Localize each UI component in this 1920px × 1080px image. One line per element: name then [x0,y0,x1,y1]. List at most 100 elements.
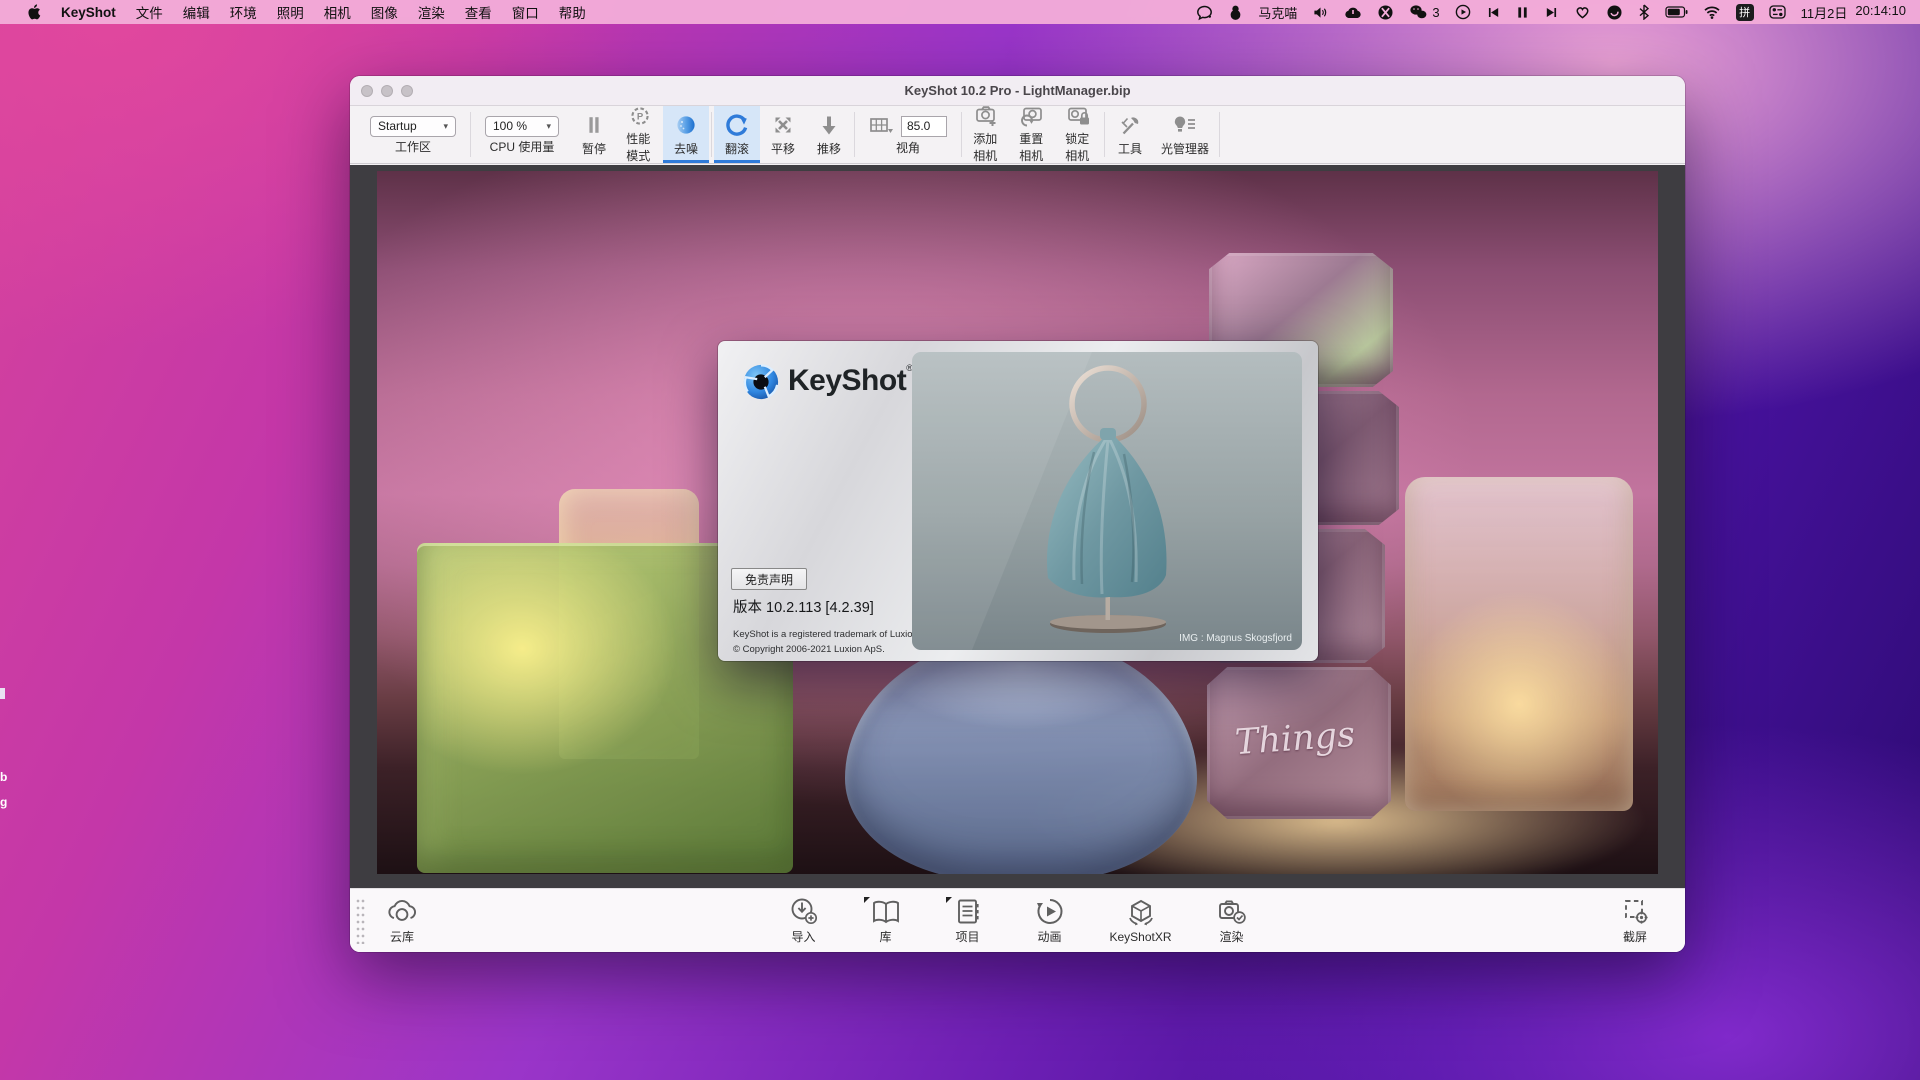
blue-glass-vessel [845,637,1197,874]
menu-help[interactable]: 帮助 [549,2,596,22]
denoise-button[interactable]: 去噪 [663,106,709,163]
fov-grid-icon[interactable] [869,114,895,138]
wechat-icon[interactable] [1409,3,1428,21]
cloud-app-icon[interactable] [1344,3,1362,21]
menu-edit[interactable]: 编辑 [173,2,220,22]
desktop-edge-fragment [0,688,5,699]
performance-gear-icon: P [628,105,652,127]
desktop-edge-fragment-b: b [0,770,7,784]
previous-track-icon[interactable] [1486,3,1501,21]
add-camera-icon [974,105,1000,127]
menu-window[interactable]: 窗口 [502,2,549,22]
library-button[interactable]: 库 [850,896,922,945]
toolbar-separator [711,112,712,157]
pause-icon [583,113,605,137]
disclaimer-button[interactable]: 免责声明 [731,568,807,590]
menubar-username[interactable]: 马克喵 [1258,3,1297,22]
cpu-usage-dropdown[interactable]: 100 % [485,116,559,137]
render-button[interactable]: 渲染 [1196,896,1268,945]
tumble-button[interactable]: 翻滚 [714,106,760,163]
menubar-time: 20:14:10 [1855,3,1906,22]
cpu-usage-label: CPU 使用量 [490,141,555,154]
fov-label: 视角 [896,142,920,155]
toolbar-separator [961,112,962,157]
toolbar-separator [470,112,471,157]
battery-icon[interactable] [1665,3,1688,21]
menu-environment[interactable]: 环境 [220,2,267,22]
reset-camera-icon [1020,105,1046,127]
fov-input[interactable] [901,116,947,137]
workspace-group: Startup 工作区 [358,106,468,163]
input-source-badge[interactable]: 拼 [1736,4,1754,21]
copyright-line: © Copyright 2006-2021 Luxion ApS. [733,643,941,658]
toolbar-separator [854,112,855,157]
project-button[interactable]: 项目 [932,896,1004,945]
menubar-date[interactable]: 11月2日 [1801,3,1848,22]
import-icon [788,896,820,926]
next-track-icon[interactable] [1544,3,1559,21]
control-center-icon[interactable] [1769,3,1786,21]
dolly-button[interactable]: 推移 [806,106,852,163]
toolbar-separator [1104,112,1105,157]
animation-button[interactable]: 动画 [1014,896,1086,945]
engraved-things-text: Things [1234,715,1356,763]
splash-photo: IMG : Magnus Skogsfjord [912,352,1302,650]
reset-camera-button[interactable]: 重置相机 [1010,106,1056,163]
bluetooth-icon[interactable] [1638,3,1650,21]
menu-image[interactable]: 图像 [361,2,408,22]
menu-bar: KeyShot 文件 编辑 环境 照明 相机 图像 渲染 查看 窗口 帮助 马克… [0,0,1920,24]
library-icon [869,896,903,926]
brand-name: KeyShot [788,364,906,397]
pause-media-icon[interactable] [1516,3,1529,21]
performance-mode-button[interactable]: P 性能模式 [617,106,663,163]
cloud-library-button[interactable]: 云库 [366,896,438,945]
tools-icon [1118,113,1142,137]
menu-view[interactable]: 查看 [455,2,502,22]
round-app-icon[interactable] [1606,3,1623,21]
fov-group: 视角 [857,106,959,163]
photo-credit: IMG : Magnus Skogsfjord [1179,633,1292,644]
trademark-line: KeyShot is a registered trademark of Lux… [733,628,941,643]
fan-app-icon[interactable] [1377,3,1394,21]
dolly-arrow-icon [817,113,841,137]
screenshot-button[interactable]: 截屏 [1599,896,1671,945]
cloud-library-icon [385,896,419,926]
keyshotxr-button[interactable]: KeyShotXR [1096,896,1186,945]
wechat-badge: 3 [1432,5,1439,20]
menu-app-name[interactable]: KeyShot [51,5,126,20]
project-menu-arrow-icon [946,897,952,903]
volume-icon[interactable] [1312,3,1329,21]
window-titlebar[interactable]: KeyShot 10.2 Pro - LightManager.bip [350,76,1685,106]
workspace-label: 工作区 [395,141,431,154]
desktop-edge-fragment-g: g [0,795,7,809]
cpu-usage-group: 100 % CPU 使用量 [473,106,571,163]
menu-camera[interactable]: 相机 [314,2,361,22]
lock-camera-button[interactable]: 锁定相机 [1056,106,1102,163]
heart-icon[interactable] [1574,3,1591,21]
pause-render-button[interactable]: 暂停 [571,106,617,163]
menu-render[interactable]: 渲染 [408,2,455,22]
qq-penguin-icon[interactable] [1228,3,1243,21]
pan-button[interactable]: 平移 [760,106,806,163]
screenshot-icon [1619,896,1651,926]
about-splash-dialog: KeyShot® 10 免责声明 版本 10.2.113 [4.2.39] Ke… [718,341,1318,661]
add-camera-button[interactable]: 添加相机 [964,106,1010,163]
svg-text:P: P [637,111,644,122]
main-toolbar: Startup 工作区 100 % CPU 使用量 暂停 P 性能模式 去噪 [350,106,1685,164]
apple-logo-icon[interactable] [16,3,51,21]
light-manager-button[interactable]: 光管理器 [1153,106,1217,163]
bottom-ribbon: 云库 导入 库 项目 [350,888,1685,952]
menu-lighting[interactable]: 照明 [267,2,314,22]
keyshotxr-icon [1124,898,1158,928]
workspace-dropdown[interactable]: Startup [370,116,456,137]
chat-bubble-icon[interactable] [1196,3,1213,21]
menu-file[interactable]: 文件 [126,2,173,22]
play-circle-icon[interactable] [1455,3,1471,21]
window-title: KeyShot 10.2 Pro - LightManager.bip [350,83,1685,98]
frosted-candle-cup-right [1405,477,1633,811]
tools-button[interactable]: 工具 [1107,106,1153,163]
import-button[interactable]: 导入 [768,896,840,945]
wifi-icon[interactable] [1703,3,1721,21]
ribbon-drag-handle[interactable] [356,898,366,944]
glass-block-things: Things [1207,667,1391,819]
